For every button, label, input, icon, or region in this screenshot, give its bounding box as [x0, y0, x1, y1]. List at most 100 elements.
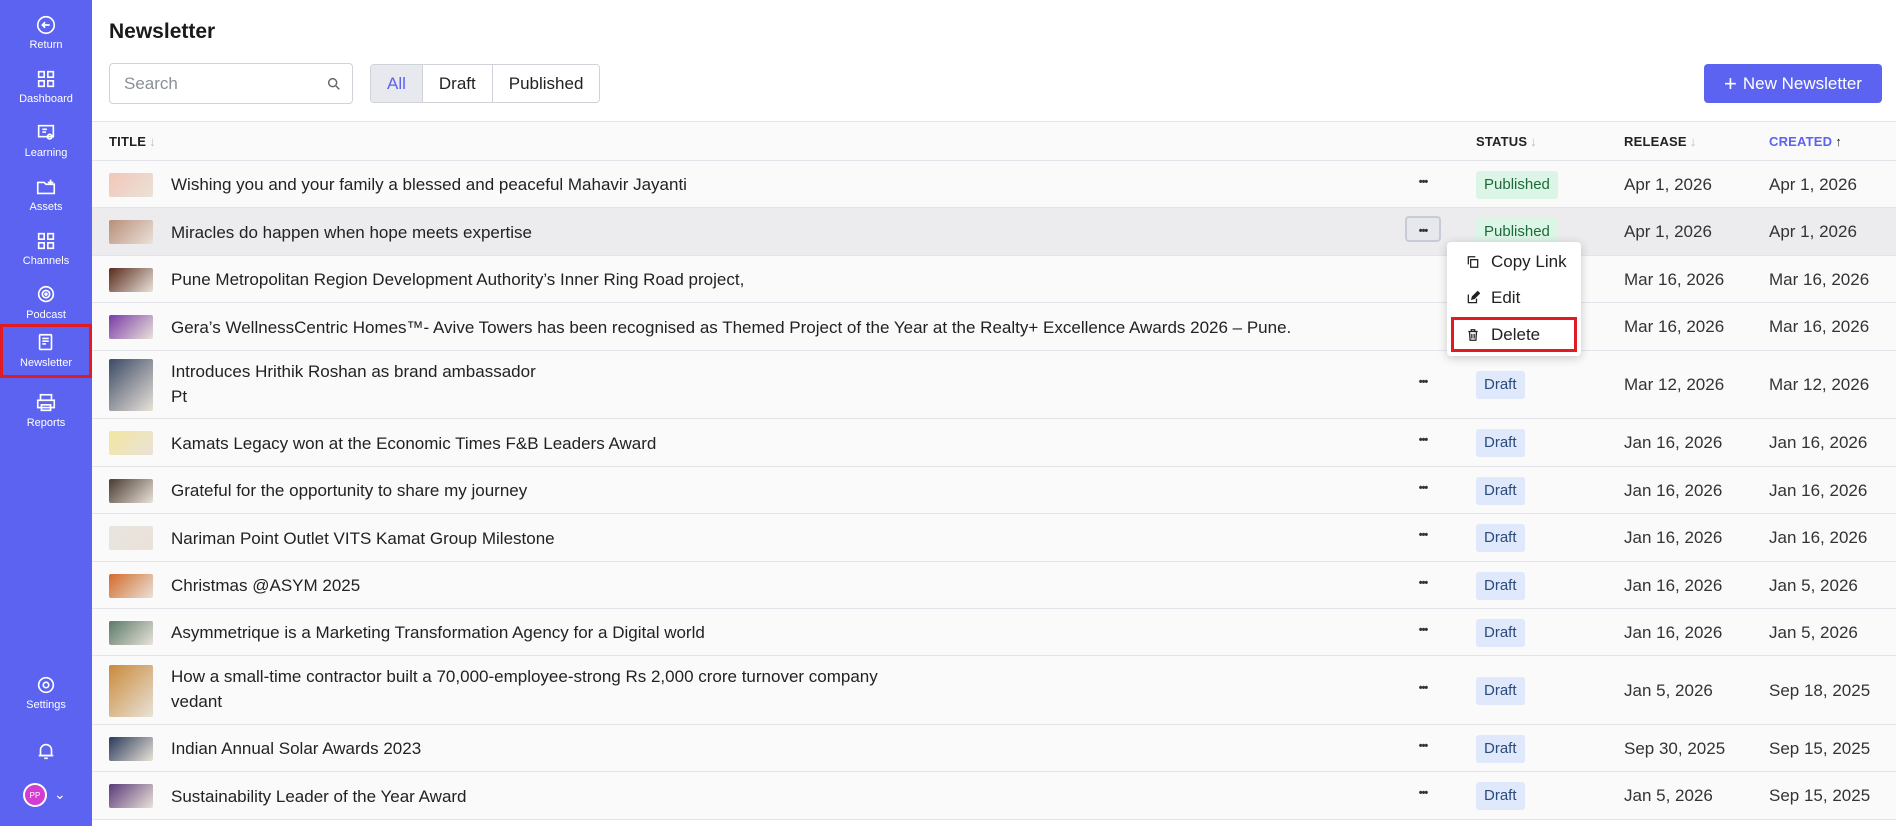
more-actions-icon[interactable]: ••• [1405, 522, 1441, 548]
column-status-label: STATUS [1476, 134, 1528, 149]
column-release[interactable]: RELEASE ↓ [1624, 134, 1697, 149]
sidebar-item-label: Channels [22, 255, 70, 267]
newsletter-title[interactable]: Nariman Point Outlet VITS Kamat Group Mi… [171, 526, 555, 551]
trash-icon [1468, 328, 1478, 341]
status-badge: Draft [1476, 476, 1525, 505]
newsletter-title[interactable]: How a small-time contractor built a 70,0… [171, 664, 878, 714]
filter-draft[interactable]: Draft [422, 65, 493, 102]
return-icon [36, 15, 56, 35]
more-actions-icon[interactable]: ••• [1405, 780, 1441, 806]
table-row[interactable]: Sustainability Leader of the Year Award •… [92, 772, 1896, 820]
table-row[interactable]: How a small-time contractor built a 70,0… [92, 656, 1896, 725]
newsletter-title[interactable]: Christmas @ASYM 2025 [171, 573, 360, 598]
newsletter-thumbnail [109, 172, 153, 197]
release-date: Jan 16, 2026 [1624, 622, 1723, 642]
release-date: Apr 1, 2026 [1624, 174, 1712, 194]
status-filter: All Draft Published [370, 64, 601, 103]
more-actions-icon[interactable]: ••• [1405, 216, 1441, 242]
sidebar-item-label: Settings [26, 699, 66, 711]
podcast-icon [37, 285, 55, 303]
newsletter-title[interactable]: Gera’s WellnessCentric Homes™- Avive Tow… [171, 315, 1291, 340]
newsletter-title[interactable]: Asymmetrique is a Marketing Transformati… [171, 620, 705, 645]
sidebar-item-newsletter[interactable]: Newsletter [0, 324, 92, 378]
sidebar-item-return[interactable]: Return [0, 8, 92, 62]
created-date: Jan 16, 2026 [1769, 480, 1868, 500]
column-status[interactable]: STATUS ↓ [1476, 134, 1537, 149]
new-newsletter-button[interactable]: + New Newsletter [1704, 64, 1882, 103]
table-row[interactable]: Indian Annual Solar Awards 2023 ••• Draft S… [92, 725, 1896, 772]
newsletter-title[interactable]: Sustainability Leader of the Year Award [171, 784, 467, 809]
newsletter-title[interactable]: Introduces Hrithik Roshan as brand ambas… [171, 359, 536, 409]
newsletter-title-text: Miracles do happen when hope meets exper… [171, 222, 532, 242]
release-date: Mar 12, 2026 [1624, 375, 1725, 394]
newsletter-title[interactable]: Indian Annual Solar Awards 2023 [171, 736, 421, 761]
table-row[interactable]: Introduces Hrithik Roshan as brand ambas… [92, 351, 1896, 419]
release-date: Jan 16, 2026 [1624, 480, 1723, 500]
newsletter-thumbnail [109, 573, 153, 598]
table-row[interactable]: Pune Metropolitan Region Development Aut… [92, 256, 1896, 303]
table-row[interactable]: Grateful for the opportunity to share my… [92, 467, 1896, 514]
settings-icon [37, 676, 55, 694]
newsletter-title[interactable]: Miracles do happen when hope meets exper… [171, 220, 532, 245]
created-date: Sep 18, 2025 [1769, 680, 1871, 700]
sidebar-item-assets[interactable]: Assets [0, 170, 92, 224]
sidebar-item-reports[interactable]: Reports [0, 386, 92, 440]
sidebar-item-settings[interactable]: Settings [0, 668, 92, 722]
more-actions-icon[interactable]: ••• [1405, 570, 1441, 596]
row-actions-menu: Copy Link Edit Delete [1447, 242, 1581, 356]
column-created-label: CREATED [1769, 134, 1833, 149]
chevron-down-icon[interactable]: ⌄ [54, 786, 66, 803]
notifications-button[interactable] [0, 734, 92, 768]
newsletter-title-text: How a small-time contractor built a 70,0… [171, 667, 878, 686]
newsletter-author: vedant [171, 692, 223, 711]
sidebar-item-dashboard[interactable]: Dashboard [0, 62, 92, 116]
created-date: Mar 16, 2026 [1769, 317, 1870, 336]
more-actions-icon[interactable]: ••• [1405, 617, 1441, 643]
filter-all[interactable]: All [371, 65, 423, 102]
search-input[interactable] [110, 64, 310, 103]
avatar[interactable]: PP [23, 783, 47, 807]
release-date: Mar 16, 2026 [1624, 269, 1725, 289]
more-actions-icon[interactable]: ••• [1405, 675, 1441, 701]
filter-published[interactable]: Published [492, 65, 600, 102]
newsletter-thumbnail [109, 431, 153, 455]
new-newsletter-label: New Newsletter [1742, 73, 1862, 93]
more-actions-icon[interactable]: ••• [1405, 369, 1441, 395]
more-actions-icon[interactable]: ••• [1405, 475, 1441, 501]
created-date: Apr 1, 2026 [1769, 222, 1857, 241]
search-icon[interactable] [326, 76, 342, 92]
status-badge: Draft [1476, 676, 1525, 705]
edit-menu-item[interactable]: Edit [1447, 282, 1581, 314]
table-row[interactable]: Miracles do happen when hope meets exper… [92, 208, 1896, 256]
table-row[interactable]: Kamats Legacy won at the Economic Times … [92, 419, 1896, 467]
sidebar-item-channels[interactable]: Channels [0, 224, 92, 278]
newsletter-title[interactable]: Pune Metropolitan Region Development Aut… [171, 267, 744, 292]
delete-menu-item[interactable]: Delete [1451, 317, 1577, 352]
column-title[interactable]: TITLE ↓ [109, 134, 156, 149]
sidebar-item-label: Assets [29, 201, 63, 213]
release-date: Mar 16, 2026 [1624, 317, 1725, 336]
main-content: Newsletter All Draft Published + New New… [92, 0, 1896, 826]
more-actions-icon[interactable]: ••• [1405, 733, 1441, 759]
sidebar-item-learning[interactable]: Learning [0, 116, 92, 170]
newsletter-title-text: Asymmetrique is a Marketing Transformati… [171, 623, 705, 642]
table-row[interactable]: Wishing you and your family a blessed an… [92, 161, 1896, 208]
more-actions-icon[interactable]: ••• [1405, 427, 1441, 453]
newsletter-title-text: Gera’s WellnessCentric Homes™- Avive Tow… [171, 317, 1292, 337]
status-badge: Draft [1476, 618, 1525, 647]
table-row[interactable]: Christmas @ASYM 2025 ••• Draft Jan 16, 2026… [92, 562, 1896, 609]
status-badge: Draft [1476, 371, 1525, 399]
column-created[interactable]: CREATED ↑ [1769, 134, 1842, 149]
copy-link-menu-item[interactable]: Copy Link [1447, 246, 1581, 278]
newsletter-title[interactable]: Kamats Legacy won at the Economic Times … [171, 431, 656, 456]
table-row[interactable]: Asymmetrique is a Marketing Transformati… [92, 609, 1896, 656]
newsletter-title[interactable]: Grateful for the opportunity to share my… [171, 478, 527, 503]
newsletter-title-text: Grateful for the opportunity to share my… [171, 481, 528, 500]
table-row[interactable]: Gera’s WellnessCentric Homes™- Avive Tow… [92, 303, 1896, 351]
sidebar-item-label: Podcast [26, 309, 66, 321]
newsletter-title[interactable]: Wishing you and your family a blessed an… [171, 172, 687, 197]
status-badge: Draft [1476, 571, 1525, 600]
table-row[interactable]: Nariman Point Outlet VITS Kamat Group Mi… [92, 514, 1896, 562]
more-actions-icon[interactable]: ••• [1405, 169, 1441, 195]
menu-item-label: Copy Link [1491, 252, 1567, 271]
